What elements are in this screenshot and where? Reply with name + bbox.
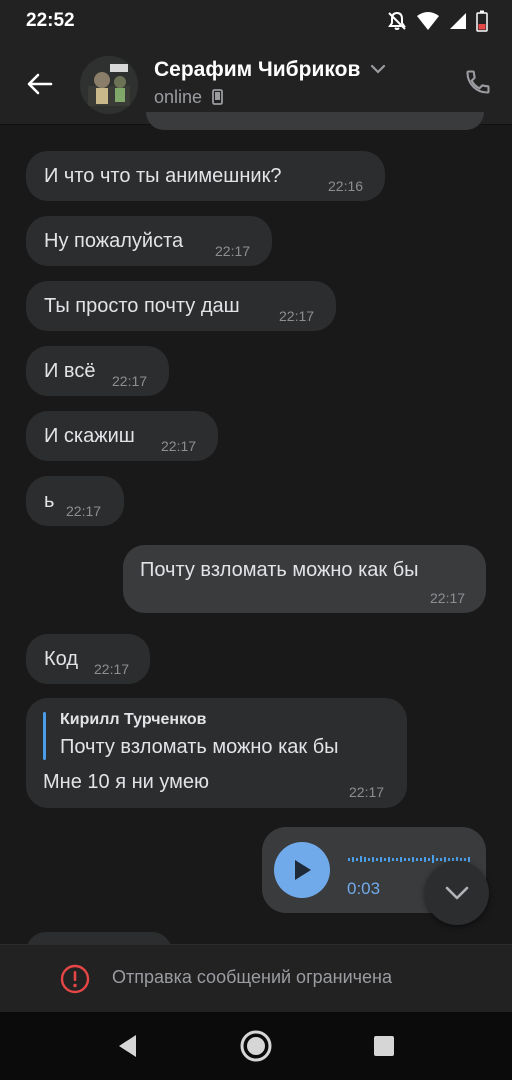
contact-status: online [154,87,223,108]
message-bubble[interactable]: Ты просто почту даш 22:17 [26,281,336,331]
system-navigation-bar [0,1012,512,1080]
message-time: 22:17 [94,661,130,677]
message-time: 22:17 [161,438,197,454]
mobile-device-icon [212,89,223,105]
back-arrow-icon [27,73,53,95]
scroll-to-bottom-button[interactable] [425,861,489,925]
message-bubble[interactable]: Ну пожалуйста 22:17 [26,216,272,266]
reply-author: Кирилл Турченков [60,711,207,728]
phone-icon [466,70,490,94]
reply-message-bubble[interactable]: Кирилл Турченков Почту взломать можно ка… [26,698,407,808]
status-label: online [154,87,203,107]
nav-back-icon[interactable] [116,1033,140,1059]
play-button[interactable] [274,842,330,898]
message-bubble[interactable]: И что что ты анимешник? 22:16 [26,151,385,201]
message-time: 22:17 [430,590,466,606]
message-text: Мне 10 я ни умею [43,771,209,793]
nav-home-icon[interactable] [239,1029,273,1063]
message-time: 22:17 [66,503,102,519]
message-time: 22:17 [112,373,148,389]
message-time: 22:16 [328,178,364,194]
message-text: И скажиш [44,425,135,447]
messaging-restricted-bar: Отправка сообщений ограничена [0,944,512,1013]
contact-name[interactable]: Серафим Чибриков [154,58,360,82]
wifi-icon [417,12,439,30]
play-icon [295,860,311,880]
status-time: 22:52 [26,10,75,31]
message-time: 22:17 [215,243,251,259]
message-text: Почту взломать можно как бы [140,559,419,581]
message-text: И всё [44,360,96,382]
chevron-down-icon [445,886,469,900]
call-button[interactable] [464,68,492,101]
message-text: Ну пожалуйста [44,230,184,252]
message-bubble[interactable]: Код 22:17 [26,634,150,684]
error-icon [60,964,90,994]
notifications-muted-icon [388,11,406,30]
reply-text: Почту взломать можно как бы [60,736,339,758]
partial-message-bubble[interactable] [146,112,484,130]
message-time: 22:17 [279,308,315,324]
reply-quote-bar [43,712,46,760]
battery-icon [476,10,488,32]
voice-duration: 0:03 [347,879,381,898]
message-text: И что что ты анимешник? [44,165,282,187]
cellular-signal-icon [450,13,466,29]
message-text: Ты просто почту даш [44,295,240,317]
message-text: Код [44,648,79,670]
message-text: ь [44,490,55,512]
back-button[interactable] [22,66,58,102]
status-bar: 22:52 [0,0,512,44]
restriction-text: Отправка сообщений ограничена [112,967,392,987]
nav-recents-icon[interactable] [373,1035,395,1057]
status-icons [386,10,488,32]
message-bubble[interactable]: И всё 22:17 [26,346,169,396]
message-bubble[interactable]: ь 22:17 [26,476,124,526]
message-time: 22:17 [349,784,385,800]
contact-avatar[interactable] [80,56,138,114]
avatar-image [80,56,138,114]
outgoing-message-bubble[interactable]: Почту взломать можно как бы 22:17 [123,545,486,613]
chevron-down-icon[interactable] [370,63,386,75]
message-bubble[interactable]: И скажиш 22:17 [26,411,218,461]
